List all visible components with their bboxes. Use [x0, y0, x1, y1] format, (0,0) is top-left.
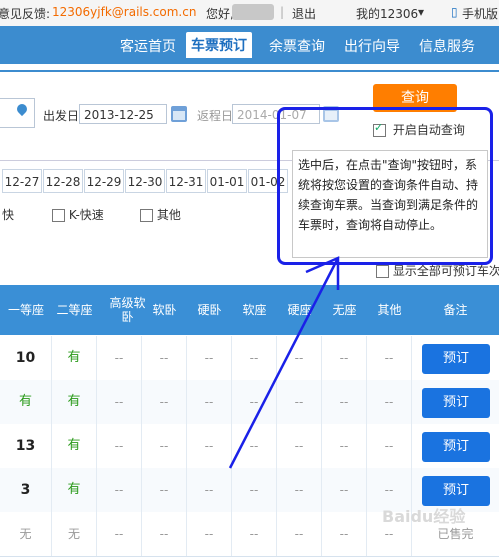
annotation-arrow: [228, 256, 340, 469]
watermark-logo: Baidu经验: [382, 507, 466, 526]
